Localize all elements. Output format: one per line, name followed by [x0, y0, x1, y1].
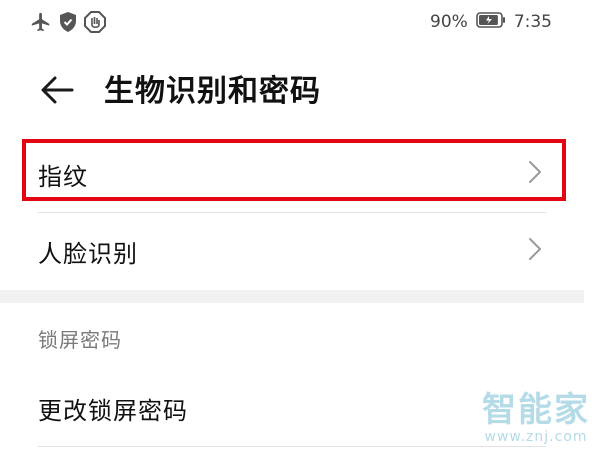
watermark-url: www.znj.com — [484, 429, 588, 445]
back-arrow-icon — [40, 75, 74, 109]
list-item-fingerprint[interactable]: 指纹 — [38, 138, 546, 210]
list-item-label: 指纹 — [38, 162, 88, 191]
battery-percent: 90% — [430, 12, 468, 32]
battery-icon — [476, 11, 506, 33]
page-header: 生物识别和密码 — [0, 62, 600, 122]
chevron-right-icon — [528, 237, 542, 265]
divider — [38, 212, 546, 213]
status-icons-left — [30, 11, 106, 33]
watermark: 智能家 www.znj.com — [482, 392, 590, 446]
shield-icon — [58, 11, 78, 33]
page-title: 生物识别和密码 — [104, 74, 321, 109]
list-item-label: 人脸识别 — [38, 239, 138, 268]
clock: 7:35 — [513, 12, 552, 32]
status-info-right: 90% 7:35 — [430, 11, 552, 33]
list-item-face-recognition[interactable]: 人脸识别 — [38, 215, 546, 287]
back-button[interactable] — [36, 72, 78, 112]
watermark-text: 智能家 — [482, 390, 590, 430]
list-item-change-lock-password[interactable]: 更改锁屏密码 — [38, 372, 546, 444]
status-bar: 90% 7:35 — [0, 0, 600, 44]
section-separator — [0, 290, 584, 303]
airplane-icon — [30, 11, 52, 33]
divider — [38, 446, 546, 447]
hand-icon — [84, 11, 106, 33]
list-item-label: 更改锁屏密码 — [38, 396, 188, 425]
section-header: 锁屏密码 — [38, 328, 122, 352]
chevron-right-icon — [528, 160, 542, 188]
